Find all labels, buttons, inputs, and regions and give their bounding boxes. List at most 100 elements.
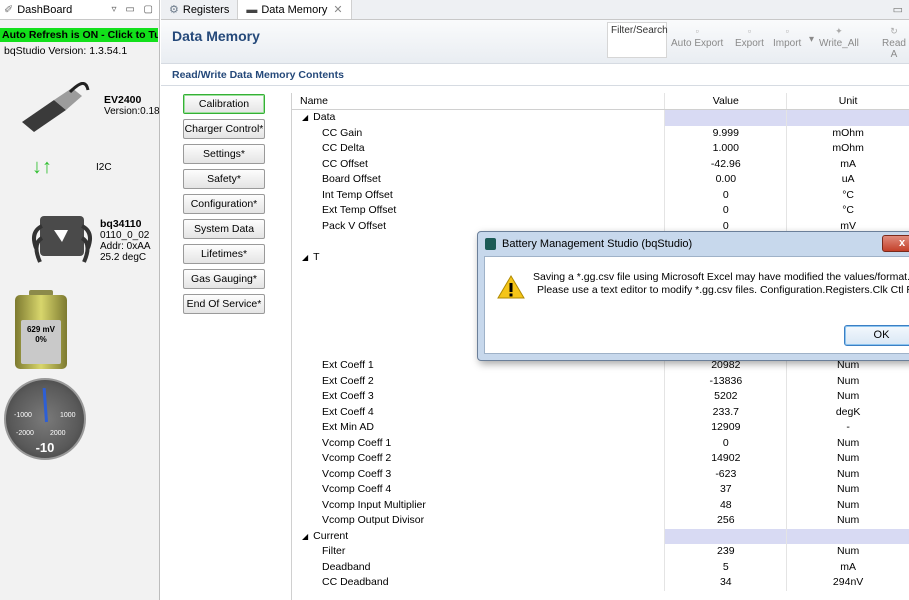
- group-row[interactable]: ◢ Data: [292, 110, 909, 126]
- table-row[interactable]: CC Gain 9.999 mOhm: [292, 125, 909, 141]
- collapse-icon[interactable]: ◢: [302, 253, 308, 262]
- write-all-button[interactable]: ✦ Write_All: [819, 26, 859, 49]
- table-row[interactable]: CC Delta 1.000 mOhm: [292, 141, 909, 157]
- table-row[interactable]: Vcomp Output Divisor 256 Num: [292, 513, 909, 529]
- dashboard-tab[interactable]: ✐ DashBoard ▿ ▭ ▢: [0, 0, 159, 20]
- cell-value[interactable]: 5202: [665, 389, 788, 405]
- ev-version: Version:0.18: [104, 106, 160, 117]
- group-value-cell: [665, 528, 788, 544]
- ok-button[interactable]: OK: [844, 325, 909, 346]
- cell-value[interactable]: 0: [665, 435, 788, 451]
- dialog-titlebar: Battery Management Studio (bqStudio) x: [478, 232, 909, 256]
- safety-button[interactable]: Safety*: [183, 169, 265, 189]
- table-row[interactable]: Ext Coeff 4 233.7 degK: [292, 404, 909, 420]
- cell-unit: Num: [837, 483, 860, 495]
- cell-value[interactable]: 12909: [665, 420, 788, 436]
- end-of-service-button[interactable]: End Of Service*: [183, 294, 265, 314]
- import-dropdown-icon[interactable]: ▾: [809, 34, 814, 45]
- calibration-button[interactable]: Calibration: [183, 94, 265, 114]
- table-row[interactable]: Vcomp Coeff 4 37 Num: [292, 482, 909, 498]
- group-unit-cell: [787, 110, 909, 126]
- cell-unit: mA: [840, 157, 856, 170]
- cell-value[interactable]: 233.7: [665, 404, 788, 420]
- gauge-value: -10: [35, 440, 55, 455]
- table-row[interactable]: Ext Coeff 3 5202 Num: [292, 389, 909, 405]
- cell-name: Deadband: [292, 559, 666, 575]
- cell-unit: Num: [837, 498, 860, 511]
- collapse-icon[interactable]: ◢: [302, 532, 308, 541]
- table-row[interactable]: Vcomp Coeff 2 14902 Num: [292, 451, 909, 467]
- column-unit[interactable]: Unit: [787, 93, 909, 109]
- cell-value[interactable]: 1.000: [665, 141, 788, 157]
- transfer-arrows-icon: ↓↑: [32, 156, 52, 178]
- table-row[interactable]: CC Deadband 34 294nV: [292, 575, 909, 591]
- table-row[interactable]: Vcomp Coeff 1 0 Num: [292, 435, 909, 451]
- cell-value[interactable]: 0.00: [665, 172, 788, 188]
- import-icon: ▫: [785, 26, 789, 36]
- group-row[interactable]: ◢ Current: [292, 528, 909, 544]
- table-row[interactable]: Vcomp Coeff 3 -623 Num: [292, 466, 909, 482]
- configuration-button[interactable]: Configuration*: [183, 194, 265, 214]
- warning-dialog: Battery Management Studio (bqStudio) x S…: [477, 231, 909, 361]
- table-row[interactable]: Int Temp Offset 0 °C: [292, 187, 909, 203]
- cell-value[interactable]: 37: [665, 482, 788, 498]
- table-row[interactable]: Ext Min AD 12909 -: [292, 420, 909, 436]
- view-menu-icon[interactable]: ▿ ▭ ▢: [112, 4, 159, 15]
- cell-name: Vcomp Coeff 3: [292, 466, 666, 482]
- gas-gauging-button[interactable]: Gas Gauging*: [183, 269, 265, 289]
- read-all-button[interactable]: ↻ Read A: [879, 26, 909, 60]
- cell-name: Vcomp Input Multiplier: [292, 497, 666, 513]
- read-all-label: Read A: [882, 38, 906, 60]
- system-data-button[interactable]: System Data: [183, 219, 265, 239]
- column-value[interactable]: Value: [665, 93, 788, 109]
- tab-data-memory[interactable]: ▬ Data Memory ✕: [238, 0, 352, 19]
- device-name: bq34110: [100, 218, 142, 230]
- cell-value[interactable]: -13836: [665, 373, 788, 389]
- table-row[interactable]: Filter 239 Num: [292, 544, 909, 560]
- table-row[interactable]: CC Offset -42.96 mA: [292, 156, 909, 172]
- cell-name: Ext Coeff 3: [292, 389, 666, 405]
- cell-value[interactable]: -623: [665, 466, 788, 482]
- cell-value[interactable]: 48: [665, 497, 788, 513]
- cell-value[interactable]: 239: [665, 544, 788, 560]
- auto-export-button[interactable]: ▫ Auto Export: [671, 26, 723, 49]
- export-button[interactable]: ▫ Export: [735, 26, 764, 49]
- gauge-label-right: 1000: [60, 412, 76, 419]
- comm-status: ↓↑ I2C: [0, 152, 160, 182]
- comm-label: I2C: [96, 162, 112, 173]
- cell-value[interactable]: -42.96: [665, 156, 788, 172]
- cell-unit: Num: [837, 514, 860, 526]
- cell-value[interactable]: 256: [665, 513, 788, 529]
- chip-icon: [32, 216, 92, 263]
- table-row[interactable]: Board Offset 0.00 uA: [292, 172, 909, 188]
- cell-unit: Num: [837, 545, 860, 557]
- group-unit-cell: [787, 528, 909, 544]
- minimize-icon[interactable]: ▭: [887, 0, 909, 19]
- table-row[interactable]: Ext Temp Offset 0 °C: [292, 203, 909, 219]
- cell-value[interactable]: 5: [665, 559, 788, 575]
- warning-icon: [497, 275, 525, 299]
- column-name[interactable]: Name: [292, 93, 666, 109]
- cell-value[interactable]: 14902: [665, 451, 788, 467]
- device-temp: 25.2 degC: [100, 252, 147, 263]
- import-button[interactable]: ▫ Import: [773, 26, 801, 49]
- group-name: T: [313, 250, 320, 263]
- dialog-close-button[interactable]: x: [882, 235, 909, 252]
- filter-search-field[interactable]: Filter/Search: [607, 22, 668, 58]
- auto-refresh-toggle[interactable]: Auto Refresh is ON - Click to Tu: [0, 28, 158, 42]
- cell-value[interactable]: 9.999: [665, 125, 788, 141]
- cell-value[interactable]: 34: [665, 575, 788, 591]
- table-row[interactable]: Deadband 5 mA: [292, 559, 909, 575]
- editor-tabs: ⚙ Registers ▬ Data Memory ✕ ▭: [161, 0, 909, 20]
- gauge-label-bottom-left: -2000: [16, 430, 34, 437]
- tab-registers[interactable]: ⚙ Registers: [161, 0, 239, 19]
- lifetimes-button[interactable]: Lifetimes*: [183, 244, 265, 264]
- close-icon[interactable]: ✕: [333, 3, 342, 16]
- cell-value[interactable]: 0: [665, 187, 788, 203]
- cell-value[interactable]: 0: [665, 203, 788, 219]
- table-row[interactable]: Vcomp Input Multiplier 48 Num: [292, 497, 909, 513]
- collapse-icon[interactable]: ◢: [302, 113, 308, 122]
- settings-button[interactable]: Settings*: [183, 144, 265, 164]
- charger-control-button[interactable]: Charger Control*: [183, 119, 265, 139]
- table-row[interactable]: Ext Coeff 2 -13836 Num: [292, 373, 909, 389]
